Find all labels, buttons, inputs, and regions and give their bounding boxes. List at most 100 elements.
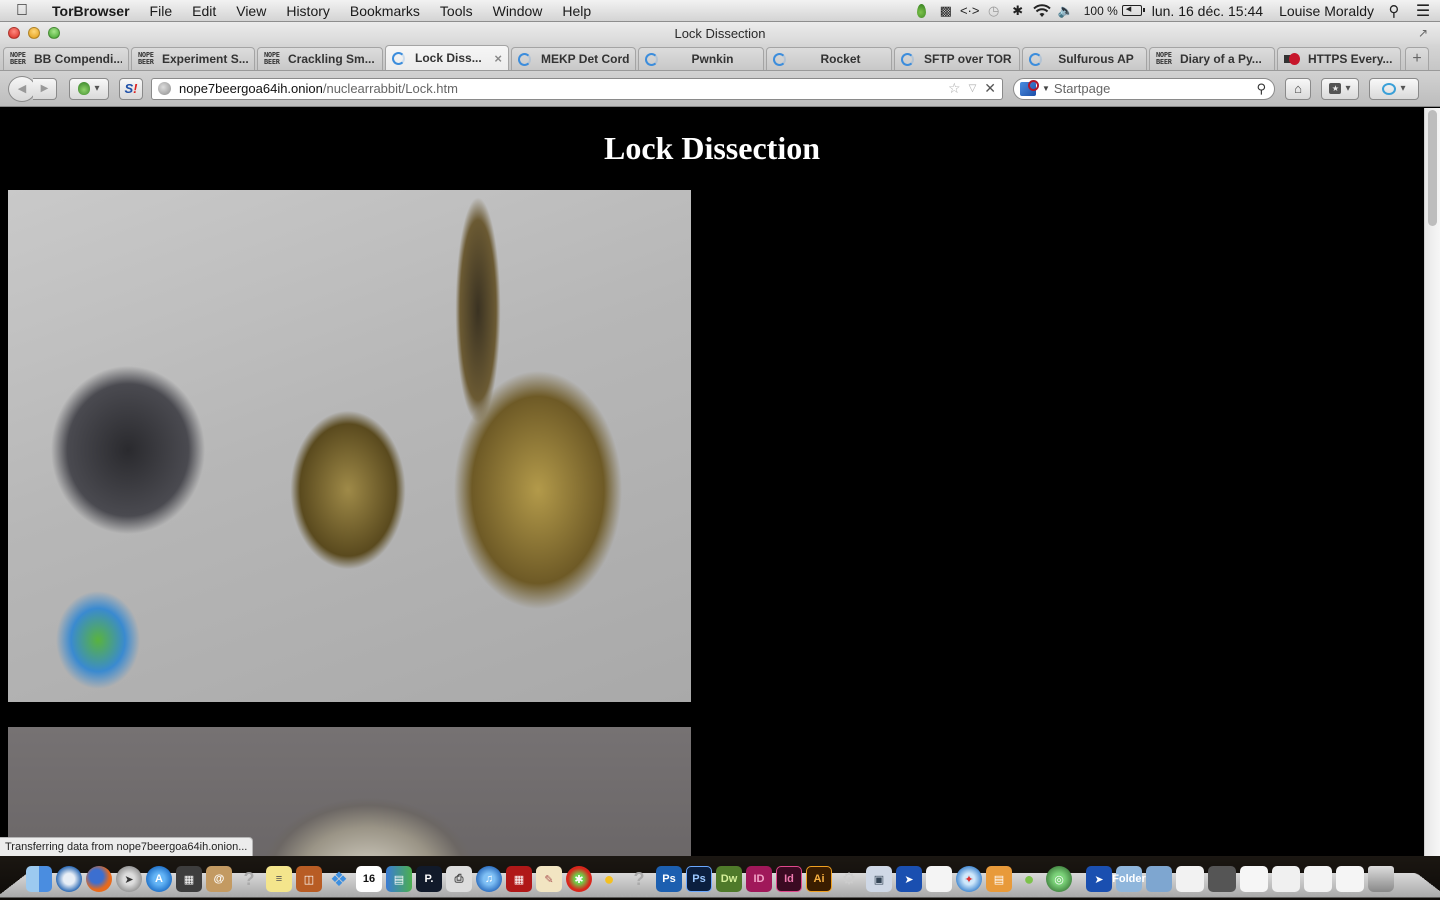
tab-diary-of-a-py[interactable]: NOPE BEER Diary of a Py...: [1149, 47, 1275, 70]
photoshop-icon[interactable]: Ps: [656, 866, 682, 892]
user-name[interactable]: Louise Moraldy: [1271, 3, 1382, 19]
chevron-down-icon[interactable]: ▼: [1042, 84, 1050, 93]
unknown-app-icon[interactable]: ?: [236, 866, 262, 892]
tab-crackling[interactable]: NOPE BEER Crackling Sm...: [257, 47, 383, 70]
menu-history[interactable]: History: [276, 0, 340, 22]
new-tab-button[interactable]: +: [1405, 47, 1429, 70]
tab-mekp-det-cord[interactable]: MEKP Det Cord: [511, 47, 636, 70]
stickies-icon[interactable]: ≡: [266, 866, 292, 892]
app-store-icon[interactable]: A: [146, 866, 172, 892]
dropbox-icon[interactable]: ❖: [326, 866, 352, 892]
illustrator-icon[interactable]: Ai: [806, 866, 832, 892]
history-dropdown-icon[interactable]: ▽: [969, 83, 977, 94]
safari-icon[interactable]: ✦: [956, 866, 982, 892]
keynote-icon[interactable]: ◫: [296, 866, 322, 892]
indesign-icon[interactable]: ID: [746, 866, 772, 892]
close-tab-icon[interactable]: ×: [494, 51, 502, 66]
trash-icon[interactable]: [1368, 866, 1394, 892]
menu-file[interactable]: File: [140, 0, 183, 22]
photo-booth-icon[interactable]: ▦: [506, 866, 532, 892]
search-bar[interactable]: ▼ Startpage ⚲: [1013, 77, 1275, 100]
fullscreen-icon[interactable]: ↗: [1418, 26, 1432, 40]
menu-window[interactable]: Window: [483, 0, 553, 22]
tomato-timer-icon[interactable]: ✱: [566, 866, 592, 892]
wifi-icon[interactable]: [1030, 0, 1054, 22]
menu-app-name[interactable]: TorBrowser: [44, 0, 140, 22]
tab-pwnkin[interactable]: Pwnkin: [638, 47, 764, 70]
bluetooth-icon[interactable]: ✱: [1006, 0, 1030, 22]
site-identity-globe-icon[interactable]: [158, 82, 171, 95]
minimized-window-thumbnail[interactable]: [1304, 866, 1332, 892]
contacts-icon[interactable]: @: [206, 866, 232, 892]
firefox-icon[interactable]: [86, 866, 112, 892]
scrollbar-thumb[interactable]: [1428, 110, 1437, 226]
minimized-window-thumbnail[interactable]: [1176, 866, 1204, 892]
indesign-cs-icon[interactable]: Id: [776, 866, 802, 892]
thunderbird-icon[interactable]: [56, 866, 82, 892]
photoshop-cs-icon[interactable]: Ps: [686, 866, 712, 892]
minimized-window-thumbnail[interactable]: [1336, 866, 1364, 892]
menu-edit[interactable]: Edit: [182, 0, 226, 22]
itunes-icon[interactable]: ♫: [476, 866, 502, 892]
preview-icon[interactable]: ▣: [866, 866, 892, 892]
stop-loading-icon[interactable]: ✕: [984, 80, 996, 97]
launchpad-rocket-icon[interactable]: ➤: [116, 866, 142, 892]
memory-icon[interactable]: ▩: [934, 0, 958, 22]
image-capture-icon[interactable]: ▦: [176, 866, 202, 892]
document-icon[interactable]: [926, 866, 952, 892]
search-engine-icon[interactable]: [1020, 79, 1039, 96]
tab-experiment[interactable]: NOPE BEER Experiment S...: [131, 47, 255, 70]
notification-center-icon[interactable]: ☰: [1406, 0, 1440, 22]
cyberduck-icon[interactable]: ●: [596, 866, 622, 892]
tab-https-everywhere[interactable]: HTTPS Every...: [1277, 47, 1401, 70]
minimized-window-thumbnail[interactable]: [1272, 866, 1300, 892]
battery-icon[interactable]: [1120, 0, 1145, 22]
menu-view[interactable]: View: [226, 0, 276, 22]
dreamweaver-icon[interactable]: Dw: [716, 866, 742, 892]
startpage-s-button[interactable]: S!: [119, 77, 143, 100]
unknown-app-icon[interactable]: ?: [626, 866, 652, 892]
volume-icon[interactable]: 🔈: [1054, 0, 1078, 22]
url-bar[interactable]: nope7beergoa64ih.onion/nuclearrabbit/Loc…: [151, 77, 1003, 100]
close-window-button[interactable]: [8, 27, 20, 39]
time-machine-icon[interactable]: ◷: [982, 0, 1006, 22]
globe-app-icon[interactable]: ◎: [1046, 866, 1072, 892]
bookmarks-menu-button[interactable]: ★ ▾: [1321, 77, 1359, 100]
folder-icon[interactable]: [1146, 866, 1172, 892]
tab-bb-compendium[interactable]: NOPE BEER BB Compendi...: [3, 47, 129, 70]
menu-tools[interactable]: Tools: [430, 0, 483, 22]
minimized-window-thumbnail[interactable]: [1208, 866, 1236, 892]
vuze-frog-icon[interactable]: ➤: [1086, 866, 1112, 892]
home-button[interactable]: ⌂: [1285, 77, 1311, 100]
minimize-window-button[interactable]: [28, 27, 40, 39]
page-scrollbar[interactable]: [1424, 108, 1440, 856]
tab-sulfurous-ap[interactable]: Sulfurous AP: [1022, 47, 1147, 70]
search-icon[interactable]: ⚲: [1256, 81, 1266, 97]
numbers-icon[interactable]: ▤: [386, 866, 412, 892]
finder-icon[interactable]: [26, 866, 52, 892]
pixelmator-icon[interactable]: P.: [416, 866, 442, 892]
menu-bookmarks[interactable]: Bookmarks: [340, 0, 430, 22]
vuze-frog-icon[interactable]: ➤: [896, 866, 922, 892]
printer-icon[interactable]: ⎙: [446, 866, 472, 892]
tab-rocket[interactable]: Rocket: [766, 47, 892, 70]
torbutton-menu[interactable]: ▾: [69, 77, 109, 100]
extension-button[interactable]: ▾: [1369, 77, 1419, 100]
archive-utility-icon[interactable]: ▤: [986, 866, 1012, 892]
clock[interactable]: lun. 16 déc. 15:44: [1144, 3, 1271, 19]
calendar-icon[interactable]: 16: [356, 866, 382, 892]
apple-menu-icon[interactable]: : [0, 2, 44, 20]
code-arrows-icon[interactable]: <·>: [958, 0, 982, 22]
search-input[interactable]: Startpage: [1054, 81, 1110, 96]
zoom-window-button[interactable]: [48, 27, 60, 39]
spotlight-search-icon[interactable]: ⚲: [1382, 0, 1406, 22]
forward-button[interactable]: ▶: [33, 77, 57, 100]
folder-icon[interactable]: Folder: [1112, 866, 1146, 892]
bookmark-star-icon[interactable]: ☆: [948, 80, 961, 97]
minimized-window-thumbnail[interactable]: [1240, 866, 1268, 892]
back-button[interactable]: ◀: [8, 75, 36, 102]
tab-lock-dissection[interactable]: Lock Diss... ×: [385, 45, 509, 70]
textedit-icon[interactable]: ✎: [536, 866, 562, 892]
automator-icon[interactable]: ⚙: [836, 866, 862, 892]
tab-sftp-over-tor[interactable]: SFTP over TOR: [894, 47, 1020, 70]
